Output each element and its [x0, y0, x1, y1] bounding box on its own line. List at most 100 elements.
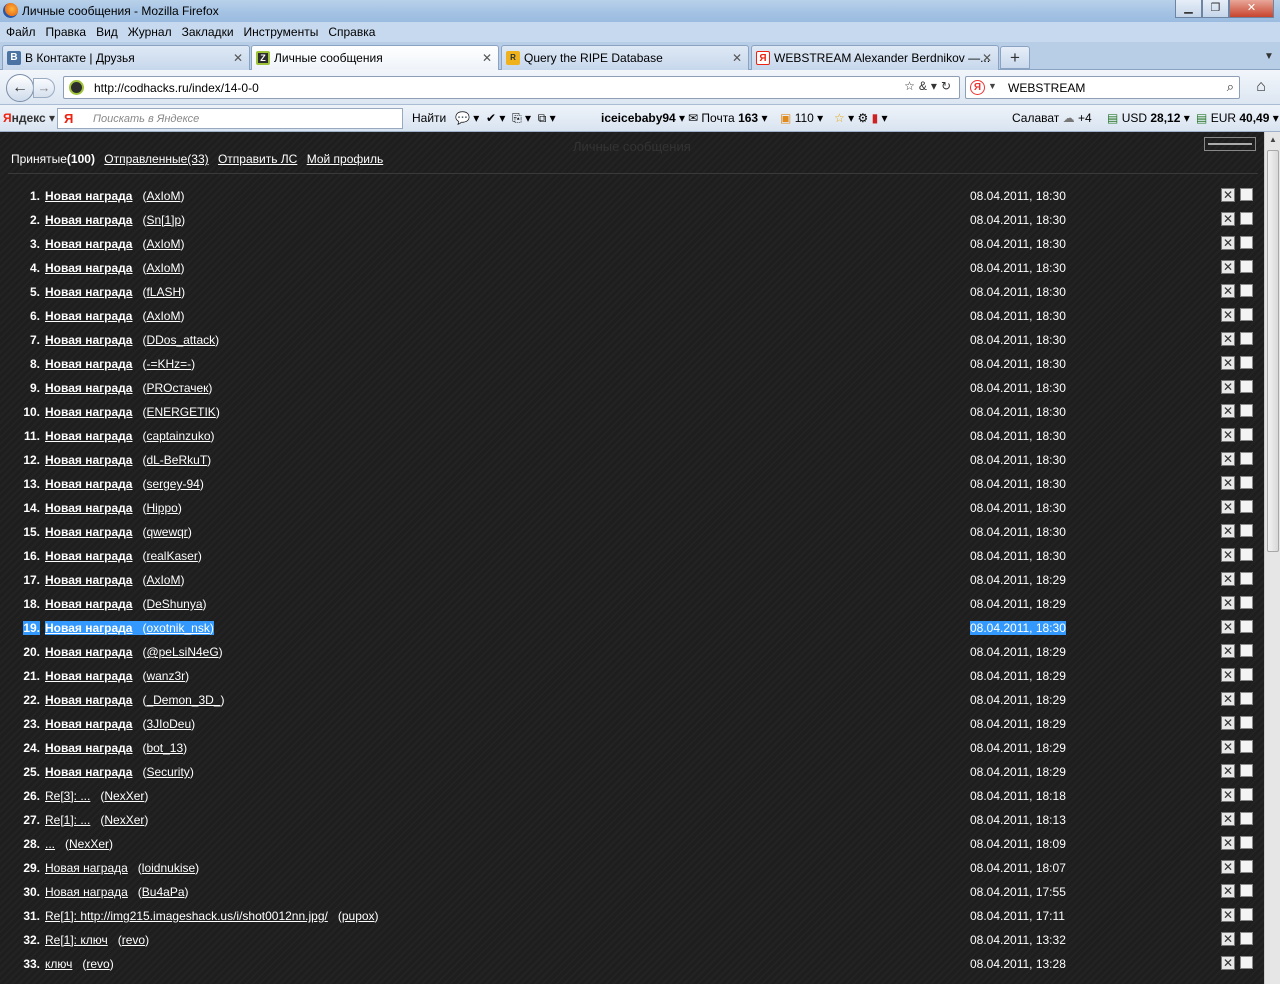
message-title-link[interactable]: Новая награда [45, 429, 132, 443]
message-checkbox[interactable] [1240, 836, 1253, 849]
delete-message-icon[interactable]: ✕ [1221, 620, 1235, 634]
delete-message-icon[interactable]: ✕ [1221, 380, 1235, 394]
message-author-link[interactable]: sergey-94 [146, 477, 199, 491]
message-checkbox[interactable] [1240, 236, 1253, 249]
message-author-link[interactable]: captainzuko [146, 429, 210, 443]
delete-message-icon[interactable]: ✕ [1221, 764, 1235, 778]
message-title-link[interactable]: Новая награда [45, 333, 132, 347]
delete-message-icon[interactable]: ✕ [1221, 284, 1235, 298]
translate-page-icon[interactable]: ⎘ ▾ [512, 111, 531, 125]
scroll-up-icon[interactable]: ▲ [1265, 132, 1280, 148]
message-author-link[interactable]: DeShunya [146, 597, 202, 611]
message-author-link[interactable]: dL-BeRkuT [146, 453, 207, 467]
message-author-link[interactable]: _Demon_3D_ [146, 693, 220, 707]
delete-message-icon[interactable]: ✕ [1221, 884, 1235, 898]
message-title-link[interactable]: Новая награда [45, 717, 132, 731]
message-author-link[interactable]: bot_13 [146, 741, 183, 755]
engine-dropdown-icon[interactable]: ▼ [988, 81, 997, 91]
message-author-link[interactable]: realKaser [146, 549, 197, 563]
yandex-mail[interactable]: ✉ Почта 163 ▾ [688, 111, 767, 125]
message-title-link[interactable]: Новая награда [45, 237, 132, 251]
delete-message-icon[interactable]: ✕ [1221, 236, 1235, 250]
message-checkbox[interactable] [1240, 572, 1253, 585]
message-author-link[interactable]: AxIoM [146, 237, 180, 251]
menu-bookmarks[interactable]: Закладки [182, 22, 234, 42]
minimize-button[interactable]: ▁ [1175, 0, 1202, 18]
search-bar[interactable]: Я ▼ WEBSTREAM ⌕ [965, 76, 1240, 99]
message-author-link[interactable]: PROстачек [146, 381, 208, 395]
delete-message-icon[interactable]: ✕ [1221, 908, 1235, 922]
message-title-link[interactable]: Новая награда [45, 885, 128, 899]
message-title-link[interactable]: Новая награда [45, 309, 132, 323]
favorites-star-icon[interactable]: ☆ [834, 111, 845, 125]
message-author-link[interactable]: Security [146, 765, 189, 779]
message-author-link[interactable]: NexXer [69, 837, 109, 851]
translate-icon[interactable]: & [919, 79, 931, 93]
message-checkbox[interactable] [1240, 476, 1253, 489]
message-title-link[interactable]: Новая награда [45, 549, 132, 563]
message-author-link[interactable]: NexXer [104, 789, 144, 803]
message-checkbox[interactable] [1240, 332, 1253, 345]
message-title-link[interactable]: Новая награда [45, 405, 132, 419]
yandex-user[interactable]: iceicebaby94 ▾ [601, 111, 685, 125]
message-title-link[interactable]: Re[1]: ключ [45, 933, 108, 947]
yandex-logo[interactable]: Яндекс ▾ [3, 111, 55, 125]
message-author-link[interactable]: Bu4aPa [142, 885, 185, 899]
delete-message-icon[interactable]: ✕ [1221, 452, 1235, 466]
tab-vkontakte[interactable]: B В Контакте | Друзья ✕ [2, 45, 250, 70]
message-checkbox[interactable] [1240, 908, 1253, 921]
delete-message-icon[interactable]: ✕ [1221, 356, 1235, 370]
bookmark-star-icon[interactable]: ☆ [904, 79, 919, 93]
yandex-notifications[interactable]: ▣ 110 ▾ [780, 111, 823, 125]
screenshot-icon[interactable]: ⧉ ▾ [538, 111, 556, 125]
tab-close-icon[interactable]: ✕ [482, 46, 492, 70]
delete-message-icon[interactable]: ✕ [1221, 212, 1235, 226]
message-checkbox[interactable] [1240, 620, 1253, 633]
message-title-link[interactable]: Новая награда [45, 525, 132, 539]
message-author-link[interactable]: loidnukise [142, 861, 195, 875]
delete-message-icon[interactable]: ✕ [1221, 740, 1235, 754]
back-button[interactable]: ← [6, 74, 34, 102]
yandex-eur-rate[interactable]: ▤ EUR 40,49 ▾ [1196, 111, 1279, 125]
yandex-search-box[interactable]: Я Поискать в Яндексе [57, 108, 403, 129]
message-title-link[interactable]: Новая награда [45, 213, 132, 227]
message-title-link[interactable]: Новая награда [45, 741, 132, 755]
message-checkbox[interactable] [1240, 380, 1253, 393]
tab-close-icon[interactable]: ✕ [982, 46, 992, 70]
message-author-link[interactable]: Sn[1]p [146, 213, 181, 227]
settings-gear-icon[interactable]: ⚙ [857, 111, 868, 125]
message-checkbox[interactable] [1240, 284, 1253, 297]
bookmarks-icon[interactable]: ▮ [872, 111, 879, 125]
chat-icon[interactable]: 💬 ▾ [455, 111, 479, 125]
message-author-link[interactable]: NexXer [104, 813, 144, 827]
message-checkbox[interactable] [1240, 668, 1253, 681]
message-author-link[interactable]: @peLsiN4eG [146, 645, 218, 659]
message-author-link[interactable]: AxIoM [146, 573, 180, 587]
reload-icon[interactable]: ↻ [941, 79, 955, 93]
message-title-link[interactable]: ключ [45, 957, 72, 971]
message-title-link[interactable]: Re[1]: ... [45, 813, 90, 827]
message-author-link[interactable]: revo [86, 957, 109, 971]
message-author-link[interactable]: oxotnik_nsk [146, 621, 209, 635]
message-author-link[interactable]: AxIoM [146, 189, 180, 203]
message-checkbox[interactable] [1240, 308, 1253, 321]
message-title-link[interactable]: Новая награда [45, 765, 132, 779]
menu-edit[interactable]: Правка [46, 22, 87, 42]
message-checkbox[interactable] [1240, 860, 1253, 873]
message-author-link[interactable]: qwewqr [146, 525, 187, 539]
message-checkbox[interactable] [1240, 740, 1253, 753]
delete-message-icon[interactable]: ✕ [1221, 332, 1235, 346]
message-checkbox[interactable] [1240, 404, 1253, 417]
delete-message-icon[interactable]: ✕ [1221, 428, 1235, 442]
home-icon[interactable]: ⌂ [1248, 76, 1274, 99]
message-author-link[interactable]: Hippo [146, 501, 177, 515]
message-checkbox[interactable] [1240, 188, 1253, 201]
message-author-link[interactable]: ENERGETIK [146, 405, 215, 419]
message-checkbox[interactable] [1240, 692, 1253, 705]
delete-message-icon[interactable]: ✕ [1221, 524, 1235, 538]
message-title-link[interactable]: Новая награда [45, 261, 132, 275]
delete-message-icon[interactable]: ✕ [1221, 812, 1235, 826]
resize-handle-icon[interactable] [1204, 137, 1256, 151]
my-profile-link[interactable]: Мой профиль [307, 152, 384, 166]
message-checkbox[interactable] [1240, 500, 1253, 513]
